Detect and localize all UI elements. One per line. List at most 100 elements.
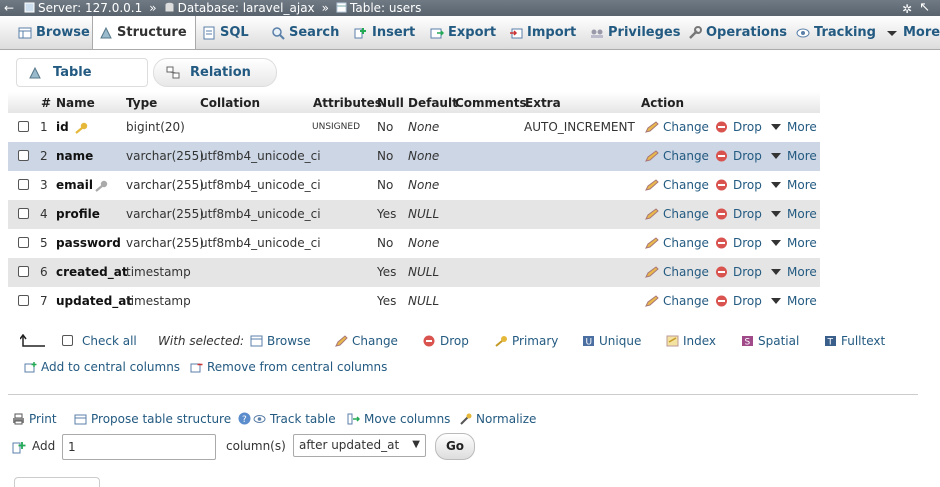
more-action[interactable]: More: [769, 265, 817, 279]
col-header-extra[interactable]: Extra: [525, 96, 561, 110]
col-header-null[interactable]: Null: [377, 96, 404, 110]
col-header-attributes[interactable]: Attributes: [313, 96, 382, 110]
col-header-type[interactable]: Type: [126, 96, 157, 110]
bulk-primary-button[interactable]: Primary: [495, 334, 558, 348]
insert-icon: [354, 28, 366, 39]
print-link[interactable]: Print: [12, 412, 57, 426]
column-name[interactable]: profile: [56, 207, 100, 221]
more-action[interactable]: More: [769, 236, 817, 250]
help-icon[interactable]: ?: [238, 412, 251, 425]
check-all-label[interactable]: Check all: [82, 334, 137, 348]
more-action[interactable]: More: [769, 149, 817, 163]
back-arrow-icon[interactable]: ←: [4, 0, 14, 16]
check-all-checkbox[interactable]: [62, 335, 73, 346]
col-header-name[interactable]: Name: [56, 96, 95, 110]
tab-operations[interactable]: Operations: [682, 16, 787, 49]
column-name[interactable]: email: [56, 178, 93, 192]
table-row[interactable]: 6 created_at timestamp Yes NULL Change Drop Mor…: [8, 258, 820, 287]
tab-sql[interactable]: SQL: [196, 16, 249, 49]
drop-action[interactable]: Drop: [715, 207, 762, 221]
tab-tracking[interactable]: Tracking: [790, 16, 876, 49]
col-header-default[interactable]: Default: [408, 96, 458, 110]
bottom-panel-tab[interactable]: [14, 477, 100, 487]
track-table-link[interactable]: Track table: [253, 412, 336, 426]
add-central-columns-button[interactable]: Add to central columns: [24, 360, 180, 374]
col-header-comments[interactable]: Comments: [455, 96, 527, 110]
table-row[interactable]: 5 password varchar(255) utf8mb4_unicode_ci N…: [8, 229, 820, 258]
col-header-collation[interactable]: Collation: [200, 96, 260, 110]
tab-export[interactable]: Export: [424, 16, 496, 49]
move-columns-link[interactable]: Move columns: [347, 412, 450, 426]
subtab-relation-view[interactable]: Relation view: [153, 58, 277, 107]
drop-action[interactable]: Drop: [715, 265, 762, 279]
add-position-select[interactable]: after updated_at ▼: [293, 434, 426, 457]
table-row[interactable]: 1 id bigint(20) UNSIGNED No None AUTO_INCREMEN…: [8, 113, 820, 142]
more-action[interactable]: More: [769, 294, 817, 308]
tab-browse-label: Browse: [36, 25, 90, 40]
drop-action[interactable]: Drop: [715, 120, 762, 134]
collapse-icon[interactable]: ↖: [919, 0, 930, 16]
bulk-drop-button[interactable]: Drop: [423, 334, 469, 348]
tab-insert-label: Insert: [372, 25, 416, 40]
breadcrumb-table[interactable]: Table: users: [336, 0, 421, 16]
tab-browse[interactable]: Browse: [12, 16, 90, 49]
drop-action[interactable]: Drop: [715, 149, 762, 163]
tab-more[interactable]: More: [879, 16, 940, 49]
tab-structure[interactable]: Structure: [92, 16, 196, 49]
bulk-spatial-button[interactable]: S Spatial: [741, 334, 799, 348]
change-action[interactable]: Change: [645, 149, 709, 163]
row-checkbox[interactable]: [18, 295, 29, 306]
bulk-unique-button[interactable]: U Unique: [582, 334, 641, 348]
drop-action[interactable]: Drop: [715, 178, 762, 192]
drop-action-label: Drop: [733, 120, 762, 134]
column-name[interactable]: name: [56, 149, 93, 163]
normalize-link[interactable]: Normalize: [459, 412, 536, 426]
column-name[interactable]: updated_at: [56, 294, 132, 308]
row-checkbox[interactable]: [18, 266, 29, 277]
change-action[interactable]: Change: [645, 120, 709, 134]
tab-search[interactable]: Search: [265, 16, 339, 49]
change-action[interactable]: Change: [645, 265, 709, 279]
add-columns-count-input[interactable]: 1: [62, 434, 216, 460]
breadcrumb-server[interactable]: Server: 127.0.0.1: [24, 0, 142, 16]
column-name[interactable]: id: [56, 120, 69, 134]
column-null: Yes: [377, 207, 397, 221]
bulk-index-button[interactable]: Index: [666, 334, 716, 348]
drop-action[interactable]: Drop: [715, 294, 762, 308]
change-action[interactable]: Change: [645, 236, 709, 250]
tab-tracking-label: Tracking: [814, 25, 876, 40]
row-checkbox[interactable]: [18, 179, 29, 190]
row-checkbox[interactable]: [18, 121, 29, 132]
column-name[interactable]: password: [56, 236, 121, 250]
table-row[interactable]: 4 profile varchar(255) utf8mb4_unicode_ci Ye…: [8, 200, 820, 229]
index-key-icon: [95, 180, 108, 192]
row-checkbox[interactable]: [18, 150, 29, 161]
vertical-scrollbar[interactable]: [922, 50, 940, 483]
breadcrumb-database[interactable]: Database: laravel_ajax: [164, 0, 315, 16]
go-button[interactable]: Go: [435, 433, 475, 460]
table-row[interactable]: 7 updated_at timestamp Yes NULL Change Drop Mor…: [8, 287, 820, 316]
change-action[interactable]: Change: [645, 207, 709, 221]
row-checkbox[interactable]: [18, 237, 29, 248]
tab-privileges[interactable]: Privileges: [584, 16, 680, 49]
more-action[interactable]: More: [769, 120, 817, 134]
row-checkbox[interactable]: [18, 208, 29, 219]
tab-import[interactable]: Import: [503, 16, 576, 49]
bulk-browse-button[interactable]: Browse: [250, 334, 311, 348]
more-action[interactable]: More: [769, 178, 817, 192]
drop-action[interactable]: Drop: [715, 236, 762, 250]
remove-central-columns-button[interactable]: Remove from central columns: [190, 360, 387, 374]
more-action[interactable]: More: [769, 207, 817, 221]
bulk-change-button[interactable]: Change: [335, 334, 398, 348]
subtab-table-structure[interactable]: Table structure: [16, 58, 148, 107]
table-row[interactable]: 2 name varchar(255) utf8mb4_unicode_ci No Non…: [8, 142, 820, 171]
tab-insert[interactable]: Insert: [348, 16, 416, 49]
normalize-icon: [460, 413, 472, 425]
propose-structure-link[interactable]: Propose table structure?: [74, 412, 251, 426]
change-action[interactable]: Change: [645, 294, 709, 308]
settings-gear-icon[interactable]: ✲: [902, 1, 912, 16]
column-name[interactable]: created_at: [56, 265, 128, 279]
table-row[interactable]: 3 email varchar(255) utf8mb4_unicode_ci No No…: [8, 171, 820, 200]
bulk-fulltext-button[interactable]: T Fulltext: [824, 334, 885, 348]
change-action[interactable]: Change: [645, 178, 709, 192]
